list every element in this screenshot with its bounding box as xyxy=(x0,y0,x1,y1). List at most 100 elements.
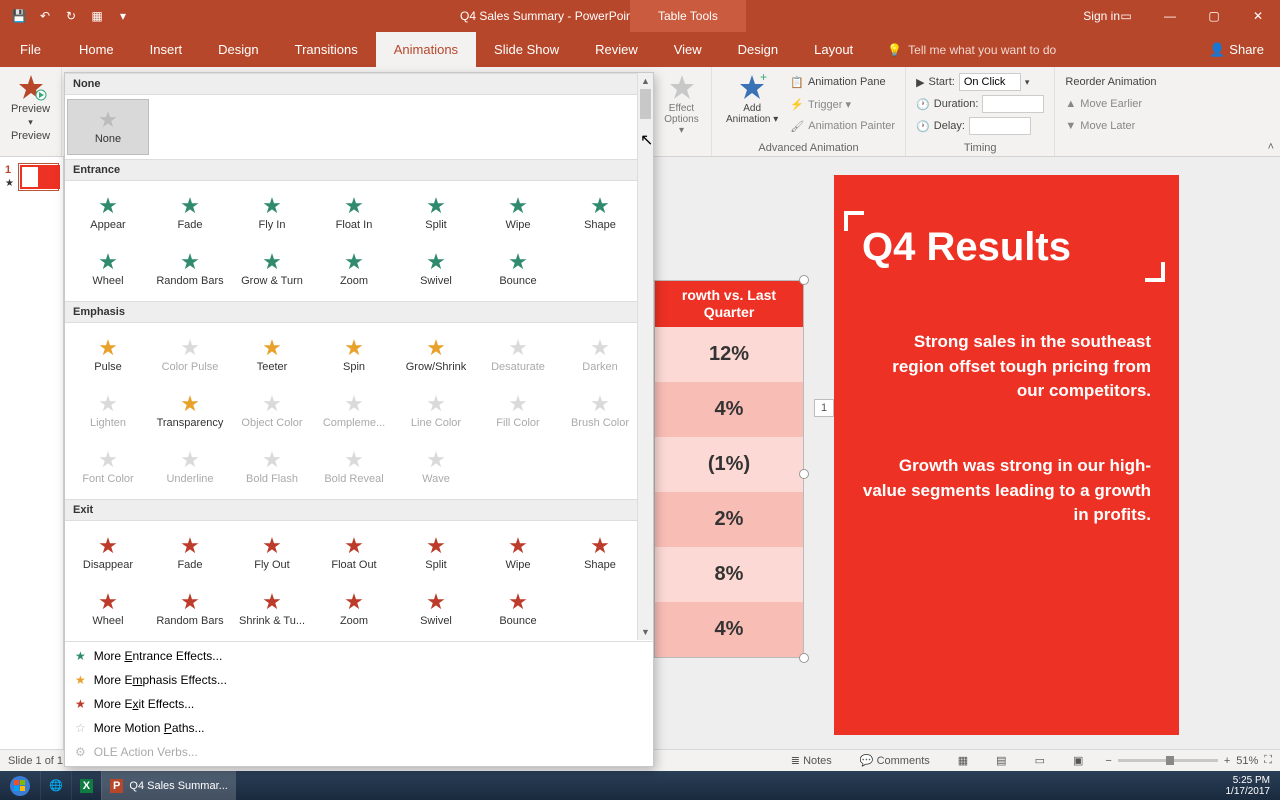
animation-appear[interactable]: ★Appear xyxy=(67,185,149,241)
start-dropdown[interactable] xyxy=(959,73,1021,91)
reading-view-icon[interactable]: ▭ xyxy=(1029,754,1051,767)
tab-table-design[interactable]: Design xyxy=(720,32,796,67)
animation-fly-out[interactable]: ★Fly Out xyxy=(231,525,313,581)
gallery-scrollbar[interactable]: ▲▼ xyxy=(637,73,653,640)
animation-teeter[interactable]: ★Teeter xyxy=(231,327,313,383)
animation-none[interactable]: ★None xyxy=(67,99,149,155)
tab-insert[interactable]: Insert xyxy=(132,32,201,67)
animation-zoom[interactable]: ★Zoom xyxy=(313,581,395,637)
preview-button[interactable]: Preview ▾ xyxy=(4,71,57,130)
zoom-out-button[interactable]: − xyxy=(1105,755,1111,767)
svg-text:+: + xyxy=(760,73,767,84)
animation-transparency[interactable]: ★Transparency xyxy=(149,383,231,439)
animation-label: Color Pulse xyxy=(162,361,219,373)
more-emphasis-effects[interactable]: ★More Emphasis Effects... xyxy=(65,668,653,692)
contextual-tab-tabletools: Table Tools xyxy=(630,0,746,32)
animation-bounce[interactable]: ★Bounce xyxy=(477,581,559,637)
comments-button[interactable]: 💬 Comments xyxy=(854,754,936,767)
collapse-ribbon-icon[interactable]: ˄ xyxy=(1268,141,1274,153)
animation-pane-button[interactable]: 📋 Animation Pane xyxy=(790,71,895,93)
slide-thumbnail-1[interactable]: 1 ★ xyxy=(18,163,59,191)
more-motion-paths[interactable]: ☆More Motion Paths... xyxy=(65,716,653,740)
animation-order-tag[interactable]: 1 xyxy=(814,399,834,417)
taskbar-powerpoint[interactable]: PQ4 Sales Summar... xyxy=(101,771,236,800)
notes-button[interactable]: ≣ Notes xyxy=(785,754,838,767)
tab-home[interactable]: Home xyxy=(61,32,132,67)
start-button[interactable] xyxy=(0,771,40,800)
share-button[interactable]: 👤Share xyxy=(1193,32,1280,67)
animation-split[interactable]: ★Split xyxy=(395,185,477,241)
more-exit-effects[interactable]: ★More Exit Effects... xyxy=(65,692,653,716)
animation-shape[interactable]: ★Shape xyxy=(559,185,641,241)
tell-me-search[interactable]: 💡Tell me what you want to do xyxy=(871,32,1193,67)
animation-swivel[interactable]: ★Swivel xyxy=(395,581,477,637)
animation-spin[interactable]: ★Spin xyxy=(313,327,395,383)
zoom-slider[interactable] xyxy=(1118,759,1218,762)
maximize-icon[interactable]: ▢ xyxy=(1192,0,1236,32)
tab-transitions[interactable]: Transitions xyxy=(277,32,376,67)
normal-view-icon[interactable]: ▦ xyxy=(952,754,974,767)
animation-label: Font Color xyxy=(82,473,133,485)
sorter-view-icon[interactable]: ▤ xyxy=(990,754,1012,767)
animation-fade[interactable]: ★Fade xyxy=(149,525,231,581)
slideshow-view-icon[interactable]: ▣ xyxy=(1067,754,1089,767)
animation-disappear[interactable]: ★Disappear xyxy=(67,525,149,581)
more-entrance-effects[interactable]: ★More Entrance Effects... xyxy=(65,644,653,668)
animation-fade[interactable]: ★Fade xyxy=(149,185,231,241)
clock-icon: 🕐 xyxy=(916,98,930,111)
tab-view[interactable]: View xyxy=(656,32,720,67)
animation-split[interactable]: ★Split xyxy=(395,525,477,581)
selection-handle[interactable] xyxy=(799,653,809,663)
animation-float-in[interactable]: ★Float In xyxy=(313,185,395,241)
results-text-box[interactable]: Q4 Results Strong sales in the southeast… xyxy=(834,175,1179,735)
selection-handle[interactable] xyxy=(799,469,809,479)
fit-to-window-icon[interactable]: ⛶ xyxy=(1264,754,1272,767)
add-animation-button[interactable]: + AddAnimation ▾ xyxy=(722,71,782,127)
animation-wheel[interactable]: ★Wheel xyxy=(67,241,149,297)
table-cell: 8% xyxy=(655,547,803,602)
tab-animations[interactable]: Animations xyxy=(376,32,476,67)
animation-bounce[interactable]: ★Bounce xyxy=(477,241,559,297)
animation-grow-shrink[interactable]: ★Grow/Shrink xyxy=(395,327,477,383)
zoom-in-button[interactable]: + xyxy=(1224,755,1230,767)
minimize-icon[interactable]: — xyxy=(1148,0,1192,32)
animation-float-out[interactable]: ★Float Out xyxy=(313,525,395,581)
animation-wipe[interactable]: ★Wipe xyxy=(477,525,559,581)
window-controls: ▭ — ▢ ✕ xyxy=(1104,0,1280,32)
save-icon[interactable]: 💾 xyxy=(8,5,30,27)
star-icon: ★ xyxy=(508,535,528,557)
animation-wipe[interactable]: ★Wipe xyxy=(477,185,559,241)
undo-icon[interactable]: ↶ xyxy=(34,5,56,27)
selection-handle[interactable] xyxy=(799,275,809,285)
animation-indicator-icon: ★ xyxy=(5,178,14,189)
slide-table[interactable]: rowth vs. Last Quarter 12%4%(1%)2%8%4% xyxy=(654,280,804,658)
slideshow-start-icon[interactable]: ▦ xyxy=(86,5,108,27)
star-icon: ★ xyxy=(180,337,200,359)
animation-pulse[interactable]: ★Pulse xyxy=(67,327,149,383)
animation-random-bars[interactable]: ★Random Bars xyxy=(149,241,231,297)
animation-label: Transparency xyxy=(157,417,224,429)
animation-fly-in[interactable]: ★Fly In xyxy=(231,185,313,241)
taskbar-excel[interactable]: X xyxy=(71,771,101,800)
taskbar-chrome[interactable]: 🌐 xyxy=(40,771,71,800)
animation-grow-turn[interactable]: ★Grow & Turn xyxy=(231,241,313,297)
qat-more-icon[interactable]: ▾ xyxy=(112,5,134,27)
animation-swivel[interactable]: ★Swivel xyxy=(395,241,477,297)
animation-wheel[interactable]: ★Wheel xyxy=(67,581,149,637)
system-tray[interactable]: 5:25 PM 1/17/2017 xyxy=(1216,775,1280,797)
animation-shape[interactable]: ★Shape xyxy=(559,525,641,581)
ribbon-display-icon[interactable]: ▭ xyxy=(1104,0,1148,32)
animation-random-bars[interactable]: ★Random Bars xyxy=(149,581,231,637)
delay-input[interactable] xyxy=(969,117,1031,135)
close-icon[interactable]: ✕ xyxy=(1236,0,1280,32)
tab-design[interactable]: Design xyxy=(200,32,276,67)
duration-input[interactable] xyxy=(982,95,1044,113)
tab-review[interactable]: Review xyxy=(577,32,656,67)
animation-shrink-tu-[interactable]: ★Shrink & Tu... xyxy=(231,581,313,637)
table-cell: 12% xyxy=(655,327,803,382)
tab-table-layout[interactable]: Layout xyxy=(796,32,871,67)
tab-file[interactable]: File xyxy=(0,32,61,67)
redo-icon[interactable]: ↻ xyxy=(60,5,82,27)
animation-zoom[interactable]: ★Zoom xyxy=(313,241,395,297)
tab-slideshow[interactable]: Slide Show xyxy=(476,32,577,67)
